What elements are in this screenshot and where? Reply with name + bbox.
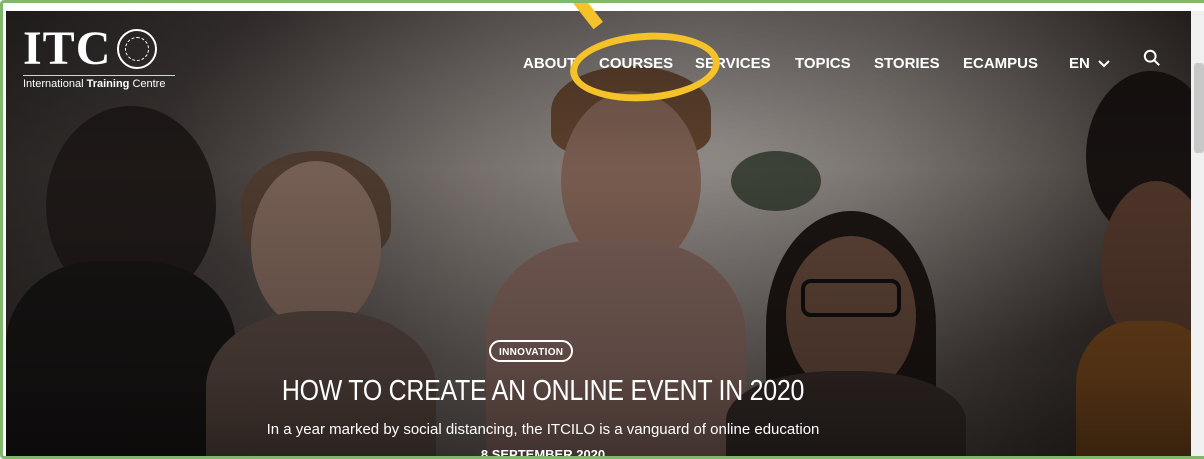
hero-subtitle: In a year marked by social distancing, t… (266, 421, 820, 438)
language-selector[interactable]: EN (1069, 55, 1110, 72)
hero-title[interactable]: HOW TO CREATE AN ONLINE EVENT IN 2020 (79, 375, 1008, 408)
nav-ecampus[interactable]: ECAMPUS (963, 55, 1038, 72)
nav-stories[interactable]: STORIES (874, 55, 940, 72)
logo-subtitle: International Training Centre (23, 75, 175, 90)
hero-date: 8 SEPTEMBER 2020 (480, 447, 606, 459)
site-logo[interactable]: ITC International Training Centre (23, 25, 175, 90)
search-icon[interactable] (1143, 49, 1161, 67)
scrollbar-thumb[interactable] (1194, 63, 1204, 153)
nav-about[interactable]: ABOUT (523, 55, 576, 72)
logo-wordmark: ITC (23, 22, 112, 75)
nav-topics[interactable]: TOPICS (795, 55, 851, 72)
ilo-seal-icon (117, 29, 158, 69)
chevron-down-icon (1098, 60, 1110, 68)
browser-frame: ITC International Training Centre ABOUT … (0, 0, 1204, 459)
category-badge[interactable]: INNOVATION (489, 340, 574, 362)
